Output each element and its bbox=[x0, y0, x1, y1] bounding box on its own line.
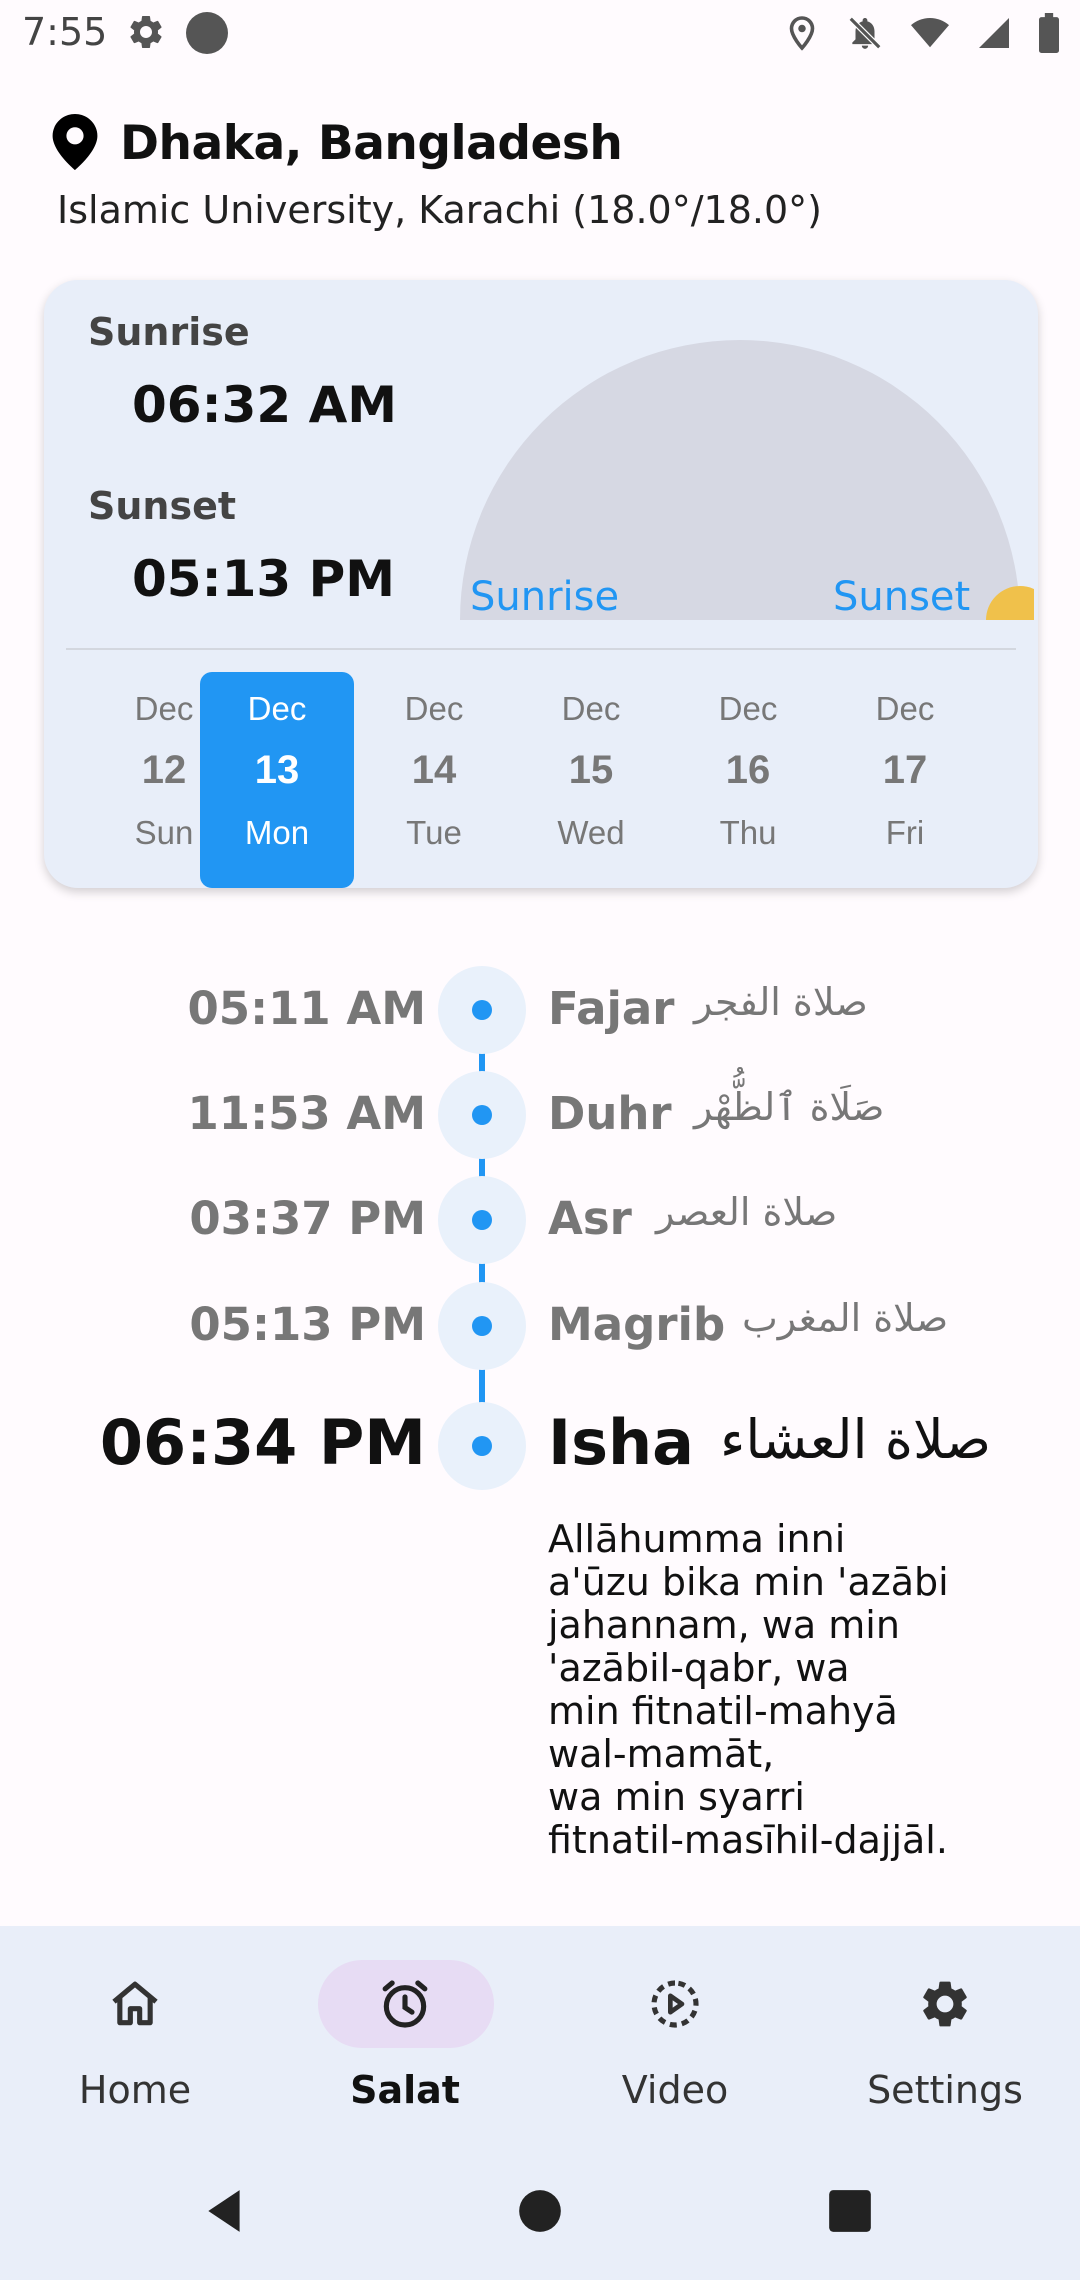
nav-video[interactable]: Video bbox=[540, 1926, 810, 2140]
date-month: Dec bbox=[404, 690, 464, 727]
prayer-time-duhr: 11:53 AM bbox=[187, 1087, 426, 1140]
sunset-time: 05:13 PM bbox=[132, 550, 395, 608]
circle-indicator-icon bbox=[186, 12, 228, 54]
date-weekday: Fri bbox=[885, 814, 925, 851]
date-day: 14 bbox=[411, 748, 457, 792]
date-item-dec-14[interactable]: Dec 14 Tue bbox=[357, 672, 511, 888]
date-item-dec-15[interactable]: Dec 15 Wed bbox=[514, 672, 668, 888]
system-navigation-bar bbox=[0, 2140, 1080, 2280]
nav-label: Settings bbox=[867, 2068, 1023, 2112]
nav-label: Home bbox=[78, 2068, 192, 2112]
nav-settings[interactable]: Settings bbox=[810, 1926, 1080, 2140]
arc-sunset-label: Sunset bbox=[833, 574, 970, 620]
arc-sunrise-label: Sunrise bbox=[470, 574, 619, 620]
sun-path-arc: Sunrise Sunset bbox=[460, 340, 1034, 620]
prayer-arabic-fajar: صلاة الفجر bbox=[694, 980, 868, 1024]
date-item-dec-13[interactable]: Dec 13 Mon bbox=[200, 672, 354, 888]
timeline-dot bbox=[472, 1105, 492, 1125]
prayer-arabic-duhr: صَلَاة ٱلظُّهْر bbox=[694, 1085, 885, 1129]
timeline-dot-active bbox=[472, 1436, 492, 1456]
timeline-dot bbox=[472, 1210, 492, 1230]
status-time: 7:55 bbox=[22, 10, 108, 54]
date-month: Dec bbox=[247, 690, 307, 727]
timeline-dot bbox=[472, 1000, 492, 1020]
prayer-time-isha: 06:34 PM bbox=[99, 1406, 426, 1479]
prayer-name-magrib: Magrib bbox=[548, 1298, 726, 1351]
cellular-signal-icon bbox=[979, 18, 1009, 48]
date-weekday: Wed bbox=[557, 814, 625, 851]
date-selector: Dec 12 Sun Dec 13 Mon Dec 14 Tue Dec 15 … bbox=[44, 672, 1038, 888]
nav-label: Video bbox=[621, 2068, 729, 2112]
prayer-time-fajar: 05:11 AM bbox=[187, 982, 426, 1035]
nav-salat[interactable]: Salat bbox=[270, 1926, 540, 2140]
location-icon bbox=[789, 16, 815, 51]
play-circle-icon bbox=[651, 1980, 699, 2028]
card-divider bbox=[66, 648, 1016, 650]
wifi-icon bbox=[911, 17, 949, 48]
sun-times-card: Sunrise 06:32 AM Sunset 05:13 PM Sunrise… bbox=[44, 280, 1038, 888]
alarm-clock-icon bbox=[382, 1980, 428, 2028]
sunrise-label: Sunrise bbox=[88, 310, 250, 354]
date-item-dec-16[interactable]: Dec 16 Thu bbox=[671, 672, 825, 888]
calculation-method: Islamic University, Karachi (18.0°/18.0°… bbox=[57, 188, 822, 232]
prayer-arabic-magrib: صلاة المغرب bbox=[742, 1296, 949, 1340]
nav-label: Salat bbox=[350, 2068, 460, 2112]
sunset-label: Sunset bbox=[88, 484, 237, 528]
battery-icon bbox=[1039, 13, 1059, 53]
date-day: 16 bbox=[725, 748, 771, 792]
date-month: Dec bbox=[561, 690, 621, 727]
home-icon bbox=[112, 1981, 158, 2026]
date-month: Dec bbox=[875, 690, 935, 727]
back-icon[interactable] bbox=[200, 2186, 250, 2236]
prayer-name-fajar: Fajar bbox=[548, 982, 675, 1035]
date-day: 15 bbox=[568, 748, 614, 792]
location-pin-icon bbox=[52, 114, 98, 170]
bottom-navigation: Home Salat Video Settings bbox=[0, 1926, 1080, 2140]
date-weekday: Mon bbox=[244, 814, 310, 851]
prayer-arabic-asr: صلاة العصر bbox=[656, 1190, 838, 1234]
status-bar: 7:55 bbox=[0, 0, 1080, 66]
prayer-time-magrib: 05:13 PM bbox=[189, 1298, 426, 1351]
prayer-arabic-isha: صلاة العشاء bbox=[720, 1408, 992, 1471]
nav-home[interactable]: Home bbox=[0, 1926, 270, 2140]
timeline-dot bbox=[472, 1316, 492, 1336]
settings-icon bbox=[130, 15, 162, 48]
prayer-name-duhr: Duhr bbox=[548, 1087, 672, 1140]
notifications-off-icon bbox=[848, 16, 882, 50]
prayer-name-asr: Asr bbox=[548, 1192, 632, 1245]
location-title[interactable]: Dhaka, Bangladesh bbox=[120, 116, 623, 171]
sunrise-time: 06:32 AM bbox=[132, 376, 398, 434]
dua-text: Allāhumma inni a'ūzu bika min 'azābi jah… bbox=[548, 1517, 949, 1862]
prayer-time-asr: 03:37 PM bbox=[189, 1192, 426, 1245]
date-day: 13 bbox=[254, 748, 300, 792]
date-weekday: Tue bbox=[406, 814, 462, 851]
date-weekday: Thu bbox=[719, 814, 777, 851]
date-item-dec-17[interactable]: Dec 17 Fri bbox=[828, 672, 982, 888]
date-month: Dec bbox=[718, 690, 778, 727]
recents-icon[interactable] bbox=[825, 2186, 875, 2236]
date-day: 17 bbox=[882, 748, 928, 792]
prayer-name-isha: Isha bbox=[548, 1406, 694, 1479]
home-button-icon[interactable] bbox=[515, 2186, 565, 2236]
gear-icon bbox=[923, 1981, 967, 2027]
